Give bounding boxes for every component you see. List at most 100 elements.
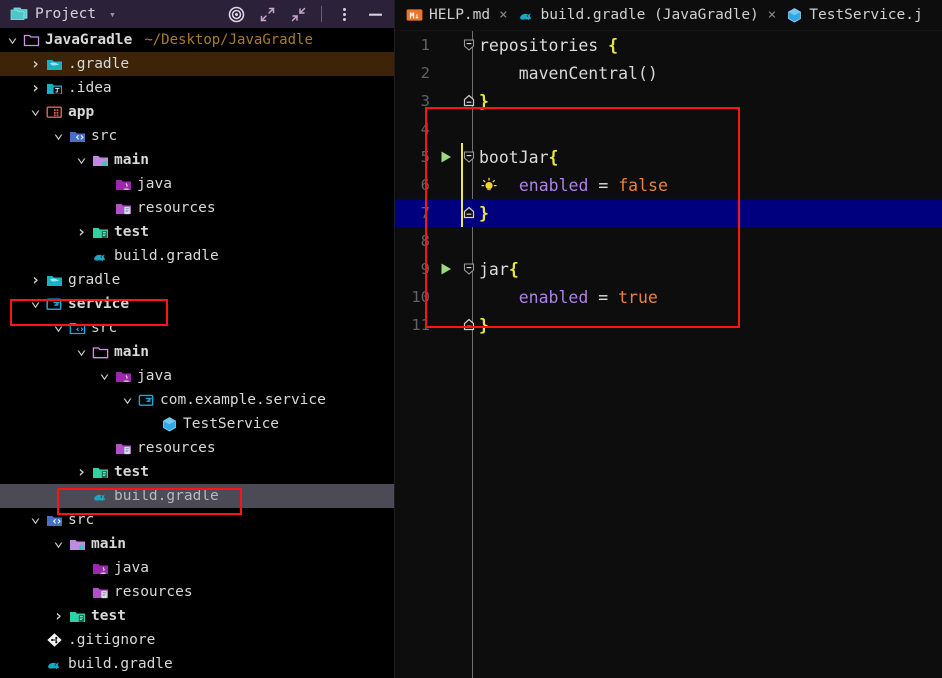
code-text: } [479, 204, 489, 223]
tree-node-main[interactable]: ⌄main [0, 340, 394, 364]
tree-node-app[interactable]: ⌄app [0, 100, 394, 124]
tree-node-label: build.gradle [68, 656, 173, 672]
chevron-down-icon[interactable]: ⌄ [29, 513, 42, 527]
code-line[interactable]: 8 [395, 227, 942, 255]
chevron-down-icon[interactable]: ⌄ [6, 33, 19, 47]
tree-node-label: .gitignore [68, 632, 155, 648]
code-line[interactable]: 4 [395, 115, 942, 143]
editor-tab-help-md[interactable]: M↓HELP.md× [402, 0, 514, 31]
tree-node--gitignore[interactable]: .gitignore [0, 628, 394, 652]
tree-node-label: build.gradle [114, 248, 219, 264]
tree-node-java[interactable]: java [0, 172, 394, 196]
fold-start-icon[interactable] [459, 37, 479, 53]
folder-main-icon [68, 536, 86, 552]
chevron-down-icon[interactable]: ⌄ [52, 537, 65, 551]
code-line[interactable]: 1repositories { [395, 31, 942, 59]
tree-node-test[interactable]: ›test [0, 604, 394, 628]
code-line[interactable]: 2 mavenCentral() [395, 59, 942, 87]
chevron-right-icon[interactable]: › [52, 608, 65, 624]
chevron-right-icon[interactable]: › [29, 56, 42, 72]
tree-node-testservice[interactable]: TestService [0, 412, 394, 436]
line-number: 2 [395, 64, 433, 82]
tree-node-javagradle[interactable]: ⌄JavaGradle~/Desktop/JavaGradle [0, 28, 394, 52]
code-line[interactable]: 6 enabled = false [395, 171, 942, 199]
tree-node-src[interactable]: ⌄src [0, 124, 394, 148]
tree-node-build-gradle[interactable]: build.gradle [0, 652, 394, 676]
tree-node-resources[interactable]: resources [0, 436, 394, 460]
tree-node-src[interactable]: ⌄src [0, 508, 394, 532]
tree-node-label: resources [137, 440, 216, 456]
chevron-down-icon[interactable]: ⌄ [52, 321, 65, 335]
chevron-down-icon[interactable]: ⌄ [52, 129, 65, 143]
expand-all-icon[interactable] [259, 6, 276, 23]
run-gutter-icon[interactable] [433, 149, 459, 165]
tree-node-gradle[interactable]: › gradle [0, 268, 394, 292]
hide-icon[interactable] [367, 6, 384, 23]
tree-node-label: gradle [68, 272, 120, 288]
tree-node-build-gradle[interactable]: build.gradle [0, 244, 394, 268]
chevron-right-icon[interactable]: › [29, 272, 42, 288]
code-line[interactable]: 7} [395, 199, 942, 227]
folder-source-blue-icon [68, 320, 86, 336]
chevron-down-icon[interactable]: ▾ [109, 8, 116, 21]
project-tool-window-title[interactable]: Project ▾ [10, 6, 116, 23]
code-text: } [479, 316, 489, 335]
tree-node-resources[interactable]: resources [0, 580, 394, 604]
tree-node-test[interactable]: ›test [0, 220, 394, 244]
tree-node-service[interactable]: ⌄service [0, 292, 394, 316]
chevron-down-icon[interactable]: ⌄ [75, 153, 88, 167]
fold-end-icon[interactable] [459, 317, 479, 333]
chevron-down-icon[interactable]: ⌄ [121, 393, 134, 407]
ide-window: Project ▾ [0, 0, 942, 678]
gradle-file-icon [518, 7, 535, 23]
code-line[interactable]: 3} [395, 87, 942, 115]
tree-node-main[interactable]: ⌄ main [0, 532, 394, 556]
code-line[interactable]: 9jar{ [395, 255, 942, 283]
fold-start-icon[interactable] [459, 261, 479, 277]
more-options-icon[interactable] [336, 6, 353, 23]
code-line[interactable]: 11} [395, 311, 942, 339]
collapse-all-icon[interactable] [290, 6, 307, 23]
fold-end-icon[interactable] [459, 205, 479, 221]
fold-start-icon[interactable] [459, 149, 479, 165]
intention-bulb-icon[interactable] [479, 176, 499, 194]
markdown-icon: M↓ [406, 7, 423, 23]
chevron-down-icon[interactable]: ⌄ [98, 369, 111, 383]
select-opened-file-icon[interactable] [228, 6, 245, 23]
tree-node-resources[interactable]: resources [0, 196, 394, 220]
line-number: 9 [395, 260, 433, 278]
tree-node-test[interactable]: ›test [0, 460, 394, 484]
tree-node-src[interactable]: ⌄ src [0, 316, 394, 340]
class-icon [786, 7, 803, 23]
tree-node--idea[interactable]: ›.idea [0, 76, 394, 100]
chevron-down-icon[interactable]: ⌄ [75, 345, 88, 359]
close-tab-icon[interactable]: × [768, 7, 776, 23]
tree-node-java[interactable]: ⌄java [0, 364, 394, 388]
code-line[interactable]: 5bootJar{ [395, 143, 942, 171]
chevron-right-icon[interactable]: › [29, 80, 42, 96]
tree-node--gradle[interactable]: ›.gradle [0, 52, 394, 76]
fold-end-icon[interactable] [459, 93, 479, 109]
editor-tab-bar[interactable]: M↓HELP.md×build.gradle (JavaGradle)×Test… [395, 0, 942, 31]
tree-node-label: src [91, 320, 117, 336]
tree-node-build-gradle[interactable]: build.gradle [0, 484, 394, 508]
close-tab-icon[interactable]: × [499, 7, 507, 23]
tree-node-com-example-service[interactable]: ⌄com.example.service [0, 388, 394, 412]
package-icon [137, 392, 155, 408]
chevron-down-icon[interactable]: ⌄ [29, 105, 42, 119]
editor-tab-build-gradle[interactable]: build.gradle (JavaGradle)× [514, 0, 783, 31]
project-tree[interactable]: ⌄JavaGradle~/Desktop/JavaGradle›.gradle›… [0, 28, 394, 678]
line-number: 11 [395, 316, 433, 334]
code-text: enabled = true [479, 288, 658, 307]
chevron-down-icon[interactable]: ⌄ [29, 297, 42, 311]
tree-node-main[interactable]: ⌄main [0, 148, 394, 172]
chevron-right-icon[interactable]: › [75, 464, 88, 480]
tree-node-label: build.gradle [114, 488, 219, 504]
code-editor[interactable]: 1repositories {2 mavenCentral()3}45bootJ… [395, 31, 942, 678]
chevron-right-icon[interactable]: › [75, 224, 88, 240]
run-gutter-icon[interactable] [433, 261, 459, 277]
editor-tab-testservice-j[interactable]: TestService.j [782, 0, 929, 31]
tree-node-label: main [91, 536, 126, 552]
tree-node-java[interactable]: java [0, 556, 394, 580]
code-line[interactable]: 10 enabled = true [395, 283, 942, 311]
